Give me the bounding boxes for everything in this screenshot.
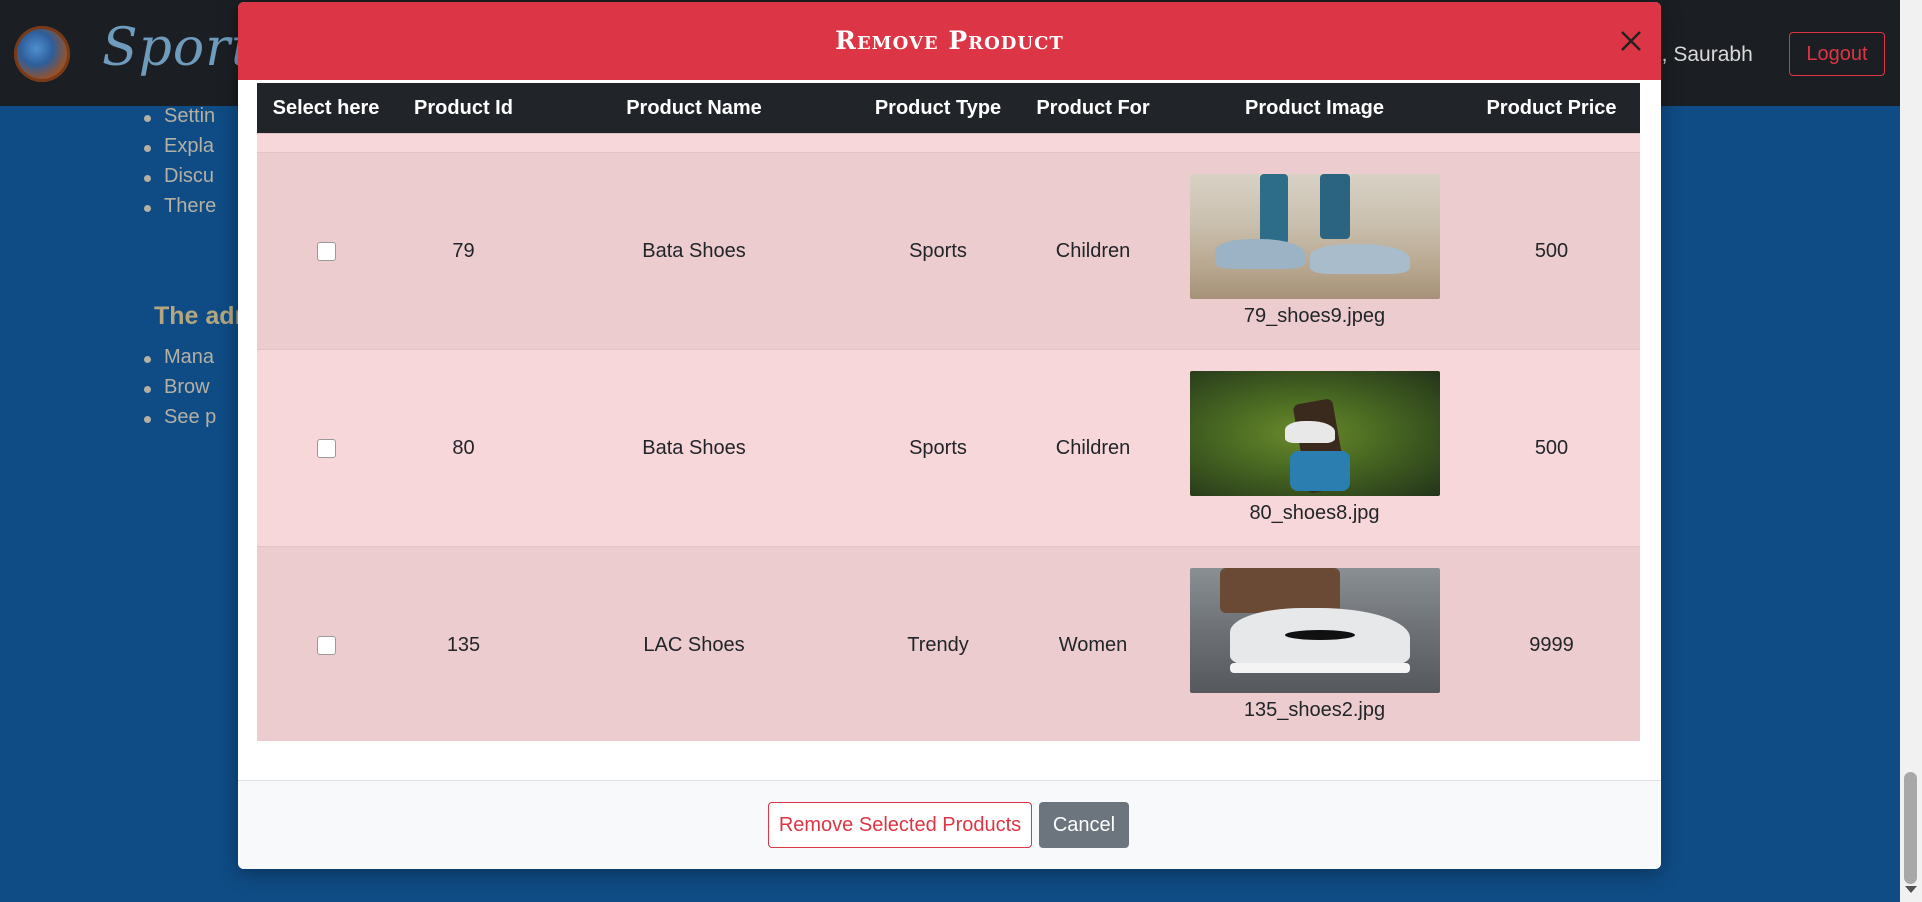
- product-for: Children: [1020, 152, 1166, 350]
- table-header-row: Select here Product Id Product Name Prod…: [257, 83, 1640, 134]
- admin-heading: The adr: [154, 302, 245, 330]
- product-id: 79: [395, 152, 532, 350]
- list-item: See p: [143, 406, 216, 436]
- table-row: 79 Bata Shoes Sports Children 79_shoes9.…: [257, 152, 1640, 350]
- logout-button[interactable]: Logout: [1789, 32, 1885, 76]
- row-select-checkbox[interactable]: [316, 635, 336, 655]
- column-header: Product Image: [1166, 83, 1463, 134]
- product-table: Select here Product Id Product Name Prod…: [257, 83, 1640, 741]
- product-image-cell: 80_shoes8.jpg: [1166, 349, 1463, 547]
- product-name: Bata Shoes: [532, 152, 856, 350]
- image-filename: 80_shoes8.jpg: [1249, 502, 1380, 524]
- scrollbar-thumb[interactable]: [1904, 772, 1917, 884]
- list-item: Expla: [143, 135, 216, 165]
- list-item: There: [143, 195, 216, 225]
- product-type: Sports: [856, 349, 1020, 547]
- background-feature-list: Settin Expla Discu There: [143, 105, 216, 225]
- product-price: 500: [1463, 152, 1640, 350]
- list-item: Brow: [143, 376, 216, 406]
- column-header: Product Id: [395, 83, 532, 134]
- close-icon[interactable]: [1614, 24, 1648, 58]
- modal-footer: Remove Selected Products Cancel: [238, 780, 1661, 869]
- remove-selected-products-button[interactable]: Remove Selected Products: [768, 802, 1032, 848]
- admin-feature-list: Mana Brow See p: [143, 346, 216, 436]
- product-name: Bata Shoes: [532, 349, 856, 547]
- table-row: 135 LAC Shoes Trendy Women 135_shoes2.jp…: [257, 546, 1640, 741]
- column-header: Product For: [1020, 83, 1166, 134]
- product-image: [1189, 371, 1440, 496]
- row-select-checkbox[interactable]: [316, 241, 336, 261]
- column-header: Product Type: [856, 83, 1020, 134]
- product-image-cell: 135_shoes2.jpg: [1166, 546, 1463, 741]
- product-image: [1189, 568, 1440, 693]
- product-price: 500: [1463, 349, 1640, 547]
- modal-title: Remove Product: [835, 26, 1064, 55]
- product-image: [1189, 174, 1440, 299]
- modal-header: Remove Product: [238, 2, 1661, 80]
- product-id: 80: [395, 349, 532, 547]
- user-greeting: o, Saurabh: [1650, 43, 1753, 66]
- product-table-container[interactable]: Select here Product Id Product Name Prod…: [257, 83, 1640, 741]
- column-header: Product Price: [1463, 83, 1640, 134]
- image-filename: 79_shoes9.jpeg: [1243, 305, 1386, 327]
- table-row: 80 Bata Shoes Sports Children 80_shoes8.…: [257, 349, 1640, 547]
- remove-product-modal: Remove Product Select here Product Id Pr…: [238, 2, 1661, 869]
- logo[interactable]: [14, 26, 70, 82]
- column-header: Select here: [257, 83, 395, 134]
- image-filename: 135_shoes2.jpg: [1243, 699, 1386, 721]
- product-type: Sports: [856, 152, 1020, 350]
- page-scrollbar[interactable]: [1900, 0, 1922, 902]
- list-item: Settin: [143, 105, 216, 135]
- list-item: Mana: [143, 346, 216, 376]
- product-price: 9999: [1463, 546, 1640, 741]
- product-id: 135: [395, 546, 532, 741]
- product-type: Trendy: [856, 546, 1020, 741]
- list-item: Discu: [143, 165, 216, 195]
- product-name: LAC Shoes: [532, 546, 856, 741]
- cancel-button[interactable]: Cancel: [1039, 802, 1129, 848]
- table-row-partial: [257, 133, 1640, 153]
- product-for: Children: [1020, 349, 1166, 547]
- column-header: Product Name: [532, 83, 856, 134]
- product-for: Women: [1020, 546, 1166, 741]
- product-image-cell: 79_shoes9.jpeg: [1166, 152, 1463, 350]
- scroll-down-arrow-icon[interactable]: [1905, 886, 1917, 893]
- row-select-checkbox[interactable]: [316, 438, 336, 458]
